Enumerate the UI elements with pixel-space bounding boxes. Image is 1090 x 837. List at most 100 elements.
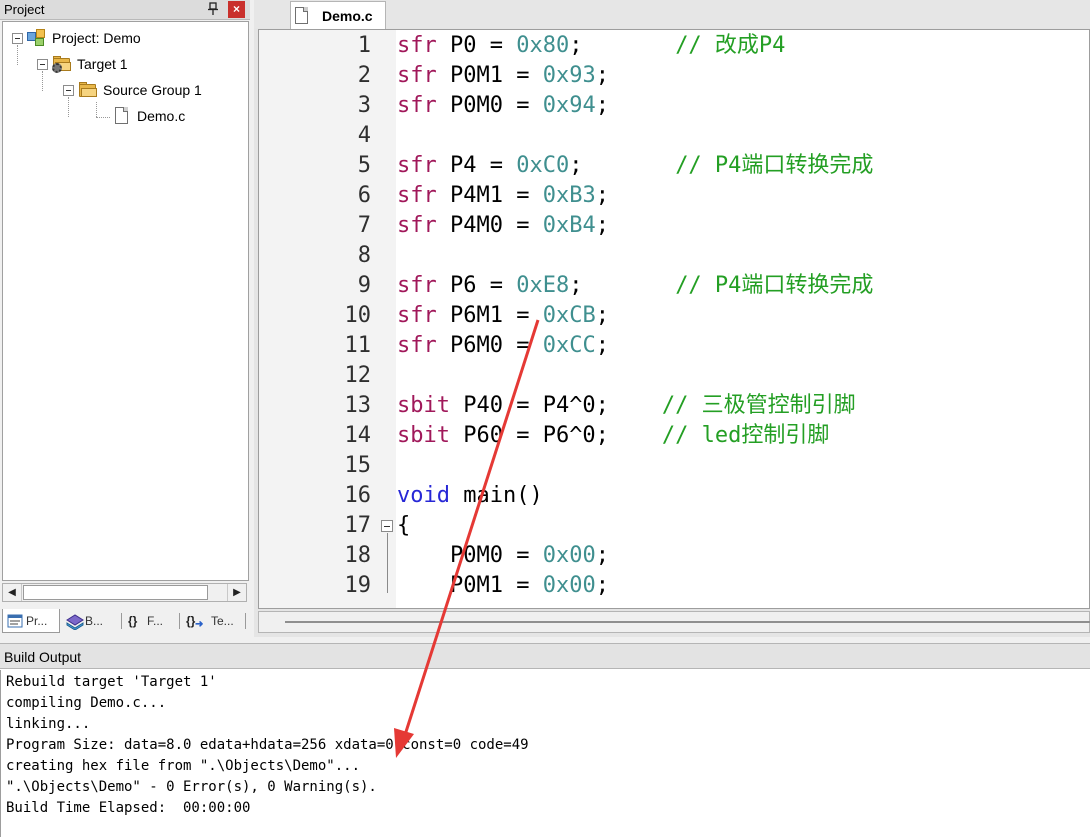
code-line[interactable]: 19 P0M1 = 0x00; <box>259 571 1089 601</box>
code-token: sfr <box>397 183 437 208</box>
folder-icon <box>78 81 98 99</box>
tab-demo-c[interactable]: Demo.c <box>290 1 386 29</box>
code-token: P0M0 = <box>436 93 543 118</box>
code-token: P4 = <box>436 153 517 178</box>
code-line[interactable]: 5 sfr P4 = 0xC0; // P4端口转换完成 <box>259 151 1089 181</box>
project-panel-title: Project <box>4 2 45 17</box>
code-token: 0xB4 <box>542 213 596 238</box>
code-token: // 三极管控制引脚 <box>661 393 856 418</box>
code-line[interactable]: 13 sbit P40 = P4^0; // 三极管控制引脚 <box>259 391 1089 421</box>
code-text: sfr P0M0 = 0x94; <box>397 91 609 121</box>
code-token: ; <box>595 303 609 328</box>
tab-label: Te... <box>211 614 234 628</box>
close-icon[interactable]: × <box>228 1 245 18</box>
tree-item-file[interactable]: Demo.c <box>106 105 185 127</box>
code-line[interactable]: 10 sfr P6M1 = 0xCB; <box>259 301 1089 331</box>
fold-collapse-icon[interactable] <box>381 520 393 532</box>
code-line[interactable]: 11 sfr P6M0 = 0xCC; <box>259 331 1089 361</box>
code-text: void main() <box>397 481 543 511</box>
pin-icon[interactable] <box>206 2 220 16</box>
scroll-right-icon[interactable]: ▶ <box>227 584 246 601</box>
tab-functions[interactable]: {} F... <box>124 609 178 633</box>
tree-horizontal-scrollbar[interactable]: ◀ ▶ <box>2 583 247 602</box>
code-line[interactable]: 12 <box>259 361 1089 391</box>
build-output-line: Rebuild target 'Target 1' <box>6 674 217 690</box>
code-line[interactable]: 8 <box>259 241 1089 271</box>
code-line[interactable]: 2 sfr P0M1 = 0x93; <box>259 61 1089 91</box>
scroll-thumb[interactable] <box>23 585 208 600</box>
tree-item-label: Project: Demo <box>52 30 141 46</box>
project-tab-icon <box>7 614 23 628</box>
code-token: P6M0 = <box>436 333 543 358</box>
tree-item-project[interactable]: Project: Demo <box>12 27 141 49</box>
code-token: sfr <box>397 63 437 88</box>
code-token: sbit <box>397 423 450 448</box>
code-line[interactable]: 3 sfr P0M0 = 0x94; <box>259 91 1089 121</box>
scroll-thumb[interactable] <box>285 621 1090 623</box>
code-token: 0xCC <box>542 333 596 358</box>
line-number: 6 <box>357 183 371 208</box>
tab-project[interactable]: Pr... <box>2 609 60 633</box>
project-tree[interactable]: Project: Demo Target 1 Source Group 1 De… <box>2 21 249 581</box>
code-token: P0M1 = <box>436 63 543 88</box>
templates-tab-icon: {} ➜ <box>186 614 204 630</box>
code-editor[interactable]: 1 sfr P0 = 0x80; // 改成P4 2 sfr P0M1 = 0x93;… <box>258 29 1090 609</box>
line-number: 16 <box>344 483 372 508</box>
scroll-left-icon[interactable]: ◀ <box>3 584 22 601</box>
line-number: 5 <box>357 153 371 178</box>
collapse-icon[interactable] <box>12 32 23 44</box>
editor-horizontal-scrollbar[interactable] <box>258 611 1090 633</box>
code-text: sfr P4M1 = 0xB3; <box>397 181 609 211</box>
line-number: 1 <box>357 33 371 58</box>
code-line[interactable]: 16 void main() <box>259 481 1089 511</box>
code-token: sfr <box>397 333 437 358</box>
tree-item-label: Demo.c <box>137 108 186 124</box>
editor-tab-strip: Demo.c <box>254 0 1090 29</box>
tree-item-source-group[interactable]: Source Group 1 <box>63 79 202 101</box>
code-line[interactable]: 1 sfr P0 = 0x80; // 改成P4 <box>259 31 1089 61</box>
tab-templates[interactable]: {} ➜ Te... <box>182 609 244 633</box>
code-line[interactable]: 4 <box>259 121 1089 151</box>
build-output-log[interactable]: Rebuild target 'Target 1' compiling Demo.… <box>0 670 1090 837</box>
code-token: 0xE8 <box>516 273 570 298</box>
collapse-icon[interactable] <box>37 58 48 70</box>
file-icon <box>295 7 309 24</box>
project-panel-titlebar: Project × <box>0 0 250 20</box>
code-line[interactable]: 7 sfr P4M0 = 0xB4; <box>259 211 1089 241</box>
code-token: 0x80 <box>516 33 570 58</box>
code-token: 0x00 <box>542 543 596 568</box>
line-number: 7 <box>357 213 371 238</box>
books-tab-icon <box>66 614 84 631</box>
code-text: sbit P60 = P6^0; // led控制引脚 <box>397 421 829 451</box>
code-token: ; <box>595 333 609 358</box>
code-token: P0M0 = <box>397 543 543 568</box>
code-text: sfr P6M1 = 0xCB; <box>397 301 609 331</box>
code-token: ; <box>595 213 609 238</box>
code-token: main() <box>449 483 543 508</box>
tab-books[interactable]: B... <box>62 609 120 633</box>
code-token: 0x93 <box>542 63 596 88</box>
code-line[interactable]: 15 <box>259 451 1089 481</box>
code-line[interactable]: 14 sbit P60 = P6^0; // led控制引脚 <box>259 421 1089 451</box>
line-number: 19 <box>344 573 372 598</box>
code-token: P0 = <box>436 33 517 58</box>
code-token: P6 = <box>436 273 517 298</box>
code-token: sbit <box>397 393 450 418</box>
tree-item-target[interactable]: Target 1 <box>37 53 128 75</box>
tab-label: B... <box>85 614 104 628</box>
code-line[interactable]: 17 { <box>259 511 1089 541</box>
project-icon <box>27 29 47 47</box>
code-token: P60 = P6^0; <box>449 423 662 448</box>
code-line[interactable]: 6 sfr P4M1 = 0xB3; <box>259 181 1089 211</box>
build-output-line: ".\Objects\Demo" - 0 Error(s), 0 Warning… <box>6 779 377 795</box>
build-output-line: linking... <box>6 716 91 732</box>
code-text: sfr P6 = 0xE8; // P4端口转换完成 <box>397 271 873 301</box>
line-number: 14 <box>344 423 372 448</box>
build-output-header: Build Output <box>0 643 1090 669</box>
code-token: P4M1 = <box>436 183 543 208</box>
tab-label: F... <box>147 614 164 628</box>
collapse-icon[interactable] <box>63 84 74 96</box>
code-text: sfr P0 = 0x80; // 改成P4 <box>397 31 785 61</box>
code-line[interactable]: 18 P0M0 = 0x00; <box>259 541 1089 571</box>
code-line[interactable]: 9 sfr P6 = 0xE8; // P4端口转换完成 <box>259 271 1089 301</box>
